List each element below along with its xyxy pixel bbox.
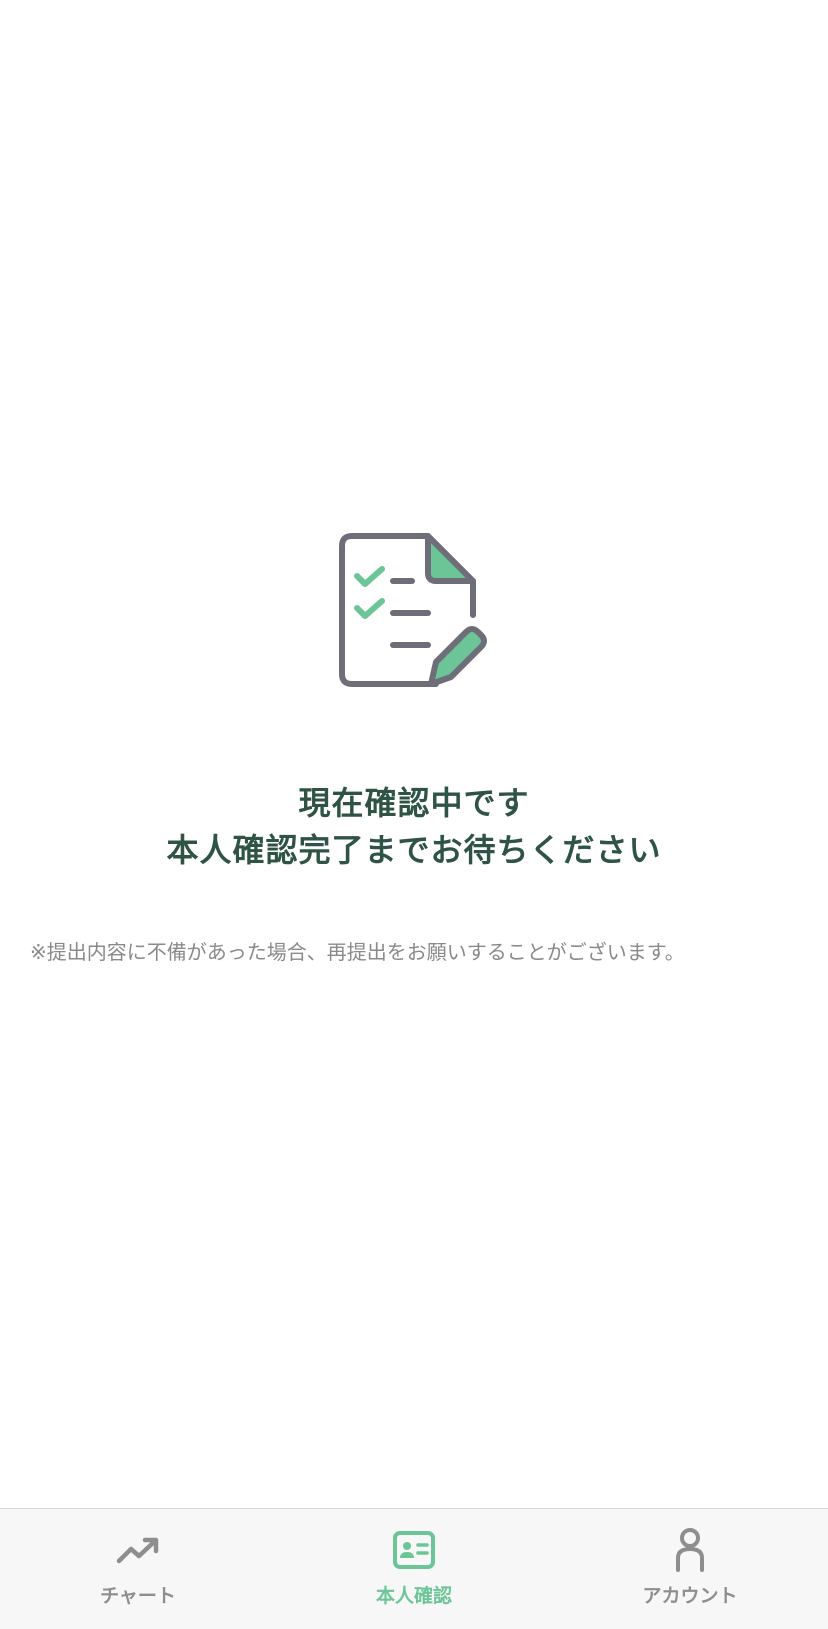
status-line-1: 現在確認中です — [298, 784, 530, 822]
resubmission-note: ※提出内容に不備があった場合、再提出をお願いすることがございます。 — [30, 940, 685, 964]
tab-identity-verification[interactable]: 本人確認 — [276, 1509, 552, 1629]
trending-up-icon — [113, 1525, 163, 1575]
tab-account-label: アカウント — [642, 1585, 738, 1607]
bottom-tab-bar: チャート 本人確認 アカウント — [0, 1508, 828, 1629]
tab-chart[interactable]: チャート — [0, 1509, 276, 1629]
document-checklist-pencil-icon — [338, 533, 488, 693]
verification-status-message: 現在確認中です 本人確認完了までお待ちください — [0, 780, 828, 874]
status-line-2: 本人確認完了までお待ちください — [166, 831, 662, 869]
main-content: 現在確認中です 本人確認完了までお待ちください ※提出内容に不備があった場合、再… — [0, 0, 828, 1508]
tab-identity-verification-label: 本人確認 — [375, 1585, 452, 1607]
id-card-icon — [389, 1525, 439, 1575]
tab-account[interactable]: アカウント — [552, 1509, 828, 1629]
tab-chart-label: チャート — [100, 1585, 176, 1607]
person-icon — [665, 1525, 715, 1575]
